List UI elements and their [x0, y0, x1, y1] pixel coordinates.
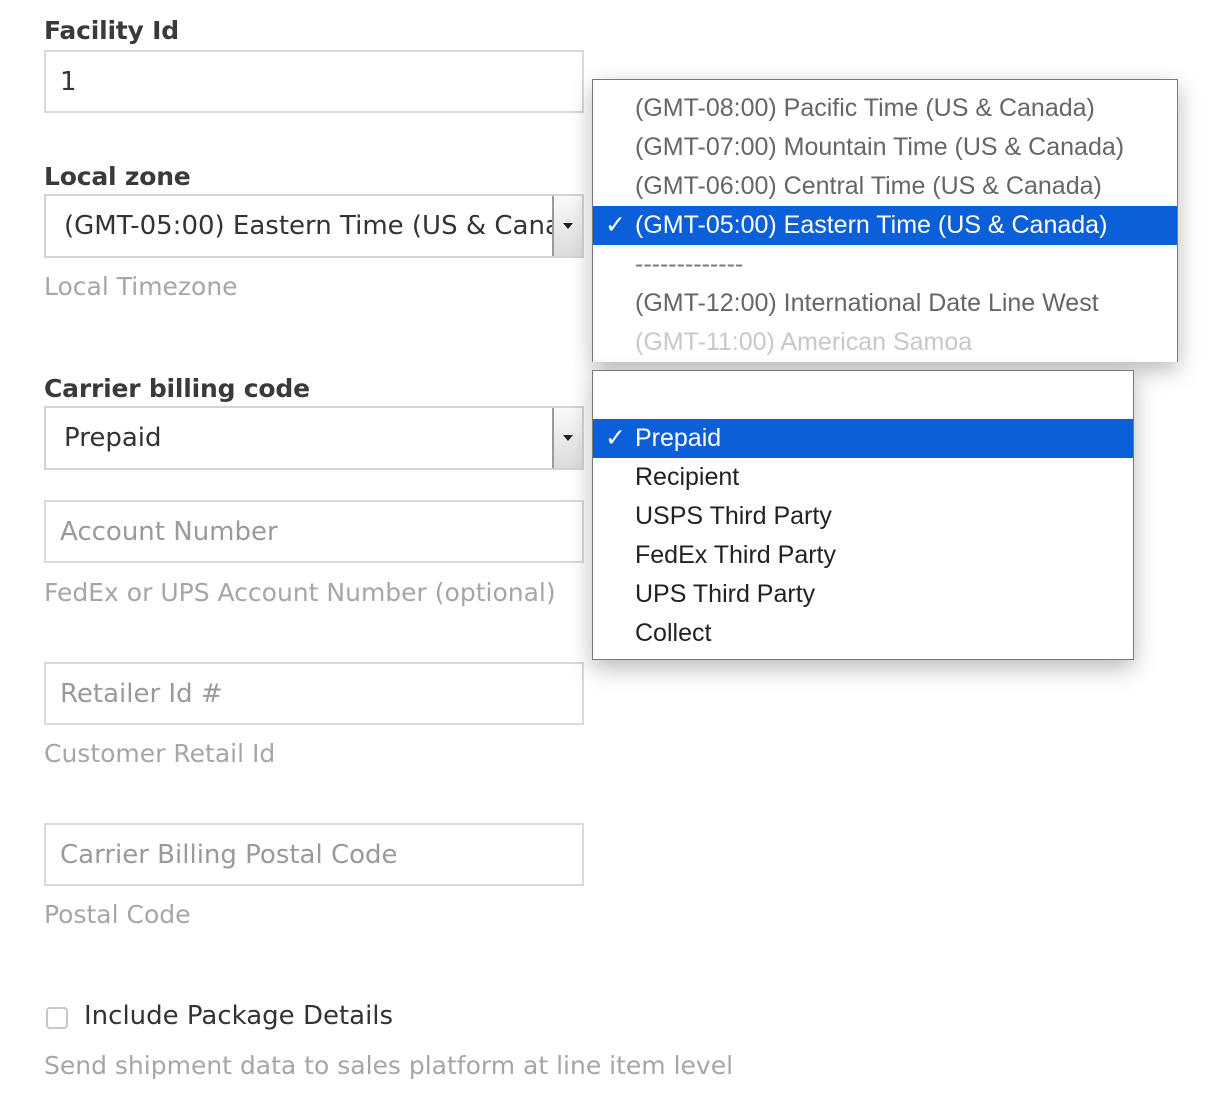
account-number-placeholder: Account Number — [60, 516, 278, 547]
carrier-billing-value: Prepaid — [64, 423, 162, 453]
timezone-option-selected[interactable]: ✓ (GMT-05:00) Eastern Time (US & Canada) — [593, 206, 1177, 245]
timezone-option[interactable]: (GMT-11:00) American Samoa — [593, 323, 1177, 362]
account-number-input[interactable]: Account Number — [44, 500, 584, 563]
retailer-id-input[interactable]: Retailer Id # — [44, 662, 584, 725]
postal-code-placeholder: Carrier Billing Postal Code — [60, 839, 398, 870]
chevron-down-icon[interactable] — [552, 408, 582, 468]
local-zone-select[interactable]: (GMT-05:00) Eastern Time (US & Canada) — [44, 194, 584, 258]
checkmark-icon: ✓ — [605, 424, 626, 452]
timezone-dropdown[interactable]: (GMT-08:00) Pacific Time (US & Canada) (… — [592, 79, 1178, 362]
billing-option-blank[interactable] — [593, 380, 1133, 419]
billing-option-selected[interactable]: ✓ Prepaid — [593, 419, 1133, 458]
retailer-id-placeholder: Retailer Id # — [60, 678, 223, 709]
retailer-id-help: Customer Retail Id — [44, 739, 276, 768]
chevron-down-icon[interactable] — [552, 196, 582, 256]
checkmark-icon: ✓ — [605, 211, 626, 239]
include-package-details-checkbox[interactable] — [46, 1007, 68, 1029]
package-details-help: Send shipment data to sales platform at … — [44, 1051, 734, 1080]
facility-id-label: Facility Id — [44, 16, 179, 45]
local-zone-label: Local zone — [44, 162, 191, 191]
billing-option[interactable]: USPS Third Party — [593, 497, 1133, 536]
billing-option[interactable]: FedEx Third Party — [593, 536, 1133, 575]
billing-option[interactable]: Collect — [593, 614, 1133, 653]
timezone-option[interactable]: (GMT-08:00) Pacific Time (US & Canada) — [593, 89, 1177, 128]
timezone-option[interactable]: (GMT-12:00) International Date Line West — [593, 284, 1177, 323]
local-zone-value: (GMT-05:00) Eastern Time (US & Canada) — [64, 211, 582, 241]
local-zone-help: Local Timezone — [44, 272, 238, 301]
account-number-help: FedEx or UPS Account Number (optional) — [44, 578, 556, 607]
carrier-billing-select[interactable]: Prepaid — [44, 406, 584, 470]
facility-id-field[interactable]: 1 — [44, 50, 584, 113]
timezone-option[interactable]: (GMT-07:00) Mountain Time (US & Canada) — [593, 128, 1177, 167]
billing-option[interactable]: Recipient — [593, 458, 1133, 497]
carrier-billing-label: Carrier billing code — [44, 374, 310, 403]
postal-code-input[interactable]: Carrier Billing Postal Code — [44, 823, 584, 886]
timezone-separator: ------------- — [635, 250, 744, 278]
include-package-details-label[interactable]: Include Package Details — [84, 1001, 393, 1031]
billing-option[interactable]: UPS Third Party — [593, 575, 1133, 614]
facility-id-value: 1 — [60, 66, 77, 97]
timezone-option[interactable]: (GMT-06:00) Central Time (US & Canada) — [593, 167, 1177, 206]
carrier-billing-dropdown[interactable]: ✓ Prepaid Recipient USPS Third Party Fed… — [592, 370, 1134, 660]
postal-code-help: Postal Code — [44, 900, 191, 929]
